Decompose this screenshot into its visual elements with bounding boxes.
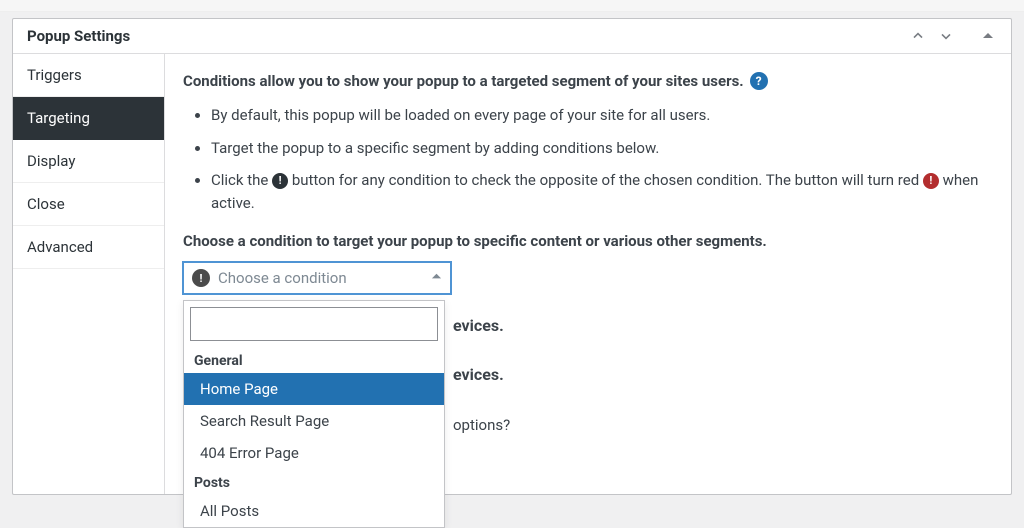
condition-dropdown: General Home Page Search Result Page 404… — [183, 300, 445, 528]
dropdown-group-posts: Posts — [184, 469, 444, 495]
tab-targeting[interactable]: Targeting — [13, 97, 164, 140]
bullet-3: Click the ! button for any condition to … — [211, 169, 989, 214]
tab-display[interactable]: Display — [13, 140, 164, 183]
help-icon[interactable]: ? — [750, 72, 768, 90]
not-operator-icon: ! — [272, 173, 288, 189]
top-spacer-bar — [0, 0, 1024, 12]
panel-header: Popup Settings — [13, 19, 1011, 54]
dropdown-option-all-posts[interactable]: All Posts — [184, 495, 444, 527]
dropdown-option-home-page[interactable]: Home Page — [184, 373, 444, 405]
obscured-content: evices. evices. options? — [453, 292, 989, 434]
chevron-up-icon — [431, 270, 442, 286]
dropdown-group-general: General — [184, 347, 444, 373]
settings-tabs: Triggers Targeting Display Close Advance… — [13, 54, 165, 494]
tab-advanced[interactable]: Advanced — [13, 226, 164, 269]
not-toggle-icon[interactable]: ! — [192, 269, 210, 287]
dropdown-search-wrap — [184, 301, 444, 347]
tab-content: Conditions allow you to show your popup … — [165, 54, 1011, 494]
condition-select-placeholder: Choose a condition — [218, 269, 423, 287]
tab-triggers[interactable]: Triggers — [13, 54, 164, 97]
dropdown-search-input[interactable] — [190, 307, 438, 341]
tab-close[interactable]: Close — [13, 183, 164, 226]
bullet-1: By default, this popup will be loaded on… — [211, 104, 989, 127]
condition-select-wrap: ! Choose a condition General Home Page S… — [183, 262, 451, 294]
bullet-2: Target the popup to a specific segment b… — [211, 137, 989, 160]
panel-body: Triggers Targeting Display Close Advance… — [13, 54, 1011, 494]
intro-row: Conditions allow you to show your popup … — [183, 72, 989, 90]
panel-title: Popup Settings — [27, 27, 130, 45]
intro-text: Conditions allow you to show your popup … — [183, 72, 744, 90]
popup-settings-panel: Popup Settings Triggers Targeting Displa… — [12, 18, 1012, 495]
move-up-icon[interactable] — [909, 27, 927, 45]
choose-condition-heading: Choose a condition to target your popup … — [183, 232, 989, 250]
not-operator-active-icon: ! — [923, 173, 939, 189]
bullet-list: By default, this popup will be loaded on… — [211, 104, 989, 214]
condition-select[interactable]: ! Choose a condition — [183, 262, 451, 294]
move-down-icon[interactable] — [937, 27, 955, 45]
bullet-3-pre: Click the — [211, 171, 272, 189]
obscured-text-3: options? — [453, 416, 989, 434]
obscured-heading-1: evices. — [453, 316, 989, 335]
dropdown-option-search-result-page[interactable]: Search Result Page — [184, 405, 444, 437]
bullet-3-mid: button for any condition to check the op… — [292, 171, 923, 189]
obscured-heading-2: evices. — [453, 365, 989, 384]
dropdown-option-404-error-page[interactable]: 404 Error Page — [184, 437, 444, 469]
collapse-icon[interactable] — [979, 27, 997, 45]
panel-controls — [909, 27, 997, 45]
